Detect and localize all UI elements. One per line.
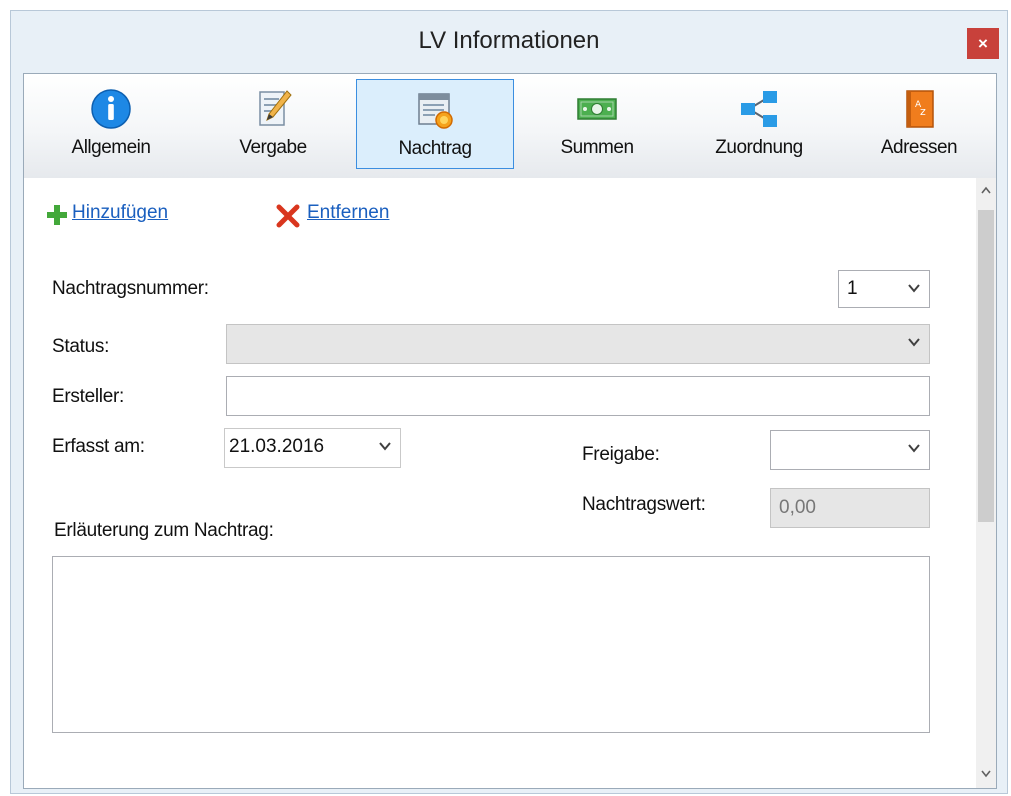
- scrollbar-thumb[interactable]: [978, 210, 994, 522]
- dialog-window: LV Informationen × Allgemein Vergabe Nac…: [10, 10, 1008, 794]
- erfasst-date-picker[interactable]: 21.03.2016: [224, 428, 401, 468]
- erlaeuterung-textarea[interactable]: [52, 556, 930, 733]
- document-edit-icon: [259, 90, 292, 126]
- nachtragswert-label: Nachtragswert:: [582, 494, 706, 515]
- chevron-down-icon: [908, 284, 920, 293]
- add-link[interactable]: Hinzufügen: [72, 202, 168, 224]
- ersteller-label: Ersteller:: [52, 386, 124, 407]
- nachtragsnummer-value: 1: [847, 278, 858, 299]
- scroll-up-icon[interactable]: [976, 182, 996, 202]
- tab-adressen[interactable]: A z Adressen: [840, 79, 998, 169]
- nachtrag-panel: Hinzufügen Entfernen Nachtragsnummer: 1 …: [24, 178, 978, 788]
- tab-allgemein[interactable]: Allgemein: [32, 79, 190, 169]
- tab-label: Summen: [560, 137, 634, 158]
- tab-nachtrag[interactable]: Nachtrag: [356, 79, 514, 169]
- tab-zuordnung[interactable]: Zuordnung: [680, 79, 838, 169]
- tab-label: Zuordnung: [715, 137, 803, 158]
- tab-vergabe[interactable]: Vergabe: [194, 79, 352, 169]
- erfasst-label: Erfasst am:: [52, 436, 145, 457]
- window-title: LV Informationen: [418, 27, 600, 54]
- remove-x-icon[interactable]: [276, 204, 300, 228]
- svg-text:z: z: [920, 105, 926, 118]
- address-book-icon: A z: [906, 90, 934, 128]
- tab-toolbar: Allgemein Vergabe Nachtrag Summen Zuordn…: [24, 74, 996, 178]
- close-button[interactable]: ×: [967, 28, 999, 59]
- chevron-down-icon: [379, 442, 391, 451]
- freigabe-label: Freigabe:: [582, 444, 660, 465]
- erlaeuterung-label: Erläuterung zum Nachtrag:: [54, 520, 274, 541]
- nachtragsnummer-label: Nachtragsnummer:: [52, 278, 209, 299]
- document-star-icon: [418, 93, 453, 129]
- vertical-scrollbar[interactable]: [976, 178, 996, 788]
- tab-label: Nachtrag: [398, 138, 472, 159]
- nachtragsnummer-select[interactable]: 1: [838, 270, 930, 308]
- plus-icon[interactable]: [46, 204, 68, 226]
- nachtragswert-value: 0,00: [779, 497, 816, 518]
- nachtragswert-field: 0,00: [770, 488, 930, 528]
- dialog-client-area: Allgemein Vergabe Nachtrag Summen Zuordn…: [23, 73, 997, 789]
- remove-link[interactable]: Entfernen: [307, 202, 389, 224]
- money-icon: [577, 98, 617, 120]
- ersteller-input[interactable]: [226, 376, 930, 416]
- chevron-down-icon: [908, 338, 920, 347]
- tab-label: Vergabe: [239, 137, 307, 158]
- title-bar[interactable]: LV Informationen ×: [11, 11, 1007, 73]
- status-label: Status:: [52, 336, 110, 357]
- chevron-down-icon: [908, 444, 920, 453]
- info-icon: [91, 89, 131, 129]
- freigabe-select[interactable]: [770, 430, 930, 470]
- scroll-down-icon[interactable]: [976, 764, 996, 784]
- share-tree-icon: [741, 91, 777, 127]
- tab-label: Adressen: [880, 137, 958, 158]
- erfasst-value: 21.03.2016: [229, 436, 325, 457]
- status-select[interactable]: [226, 324, 930, 364]
- tab-summen[interactable]: Summen: [518, 79, 676, 169]
- tab-label: Allgemein: [71, 137, 151, 158]
